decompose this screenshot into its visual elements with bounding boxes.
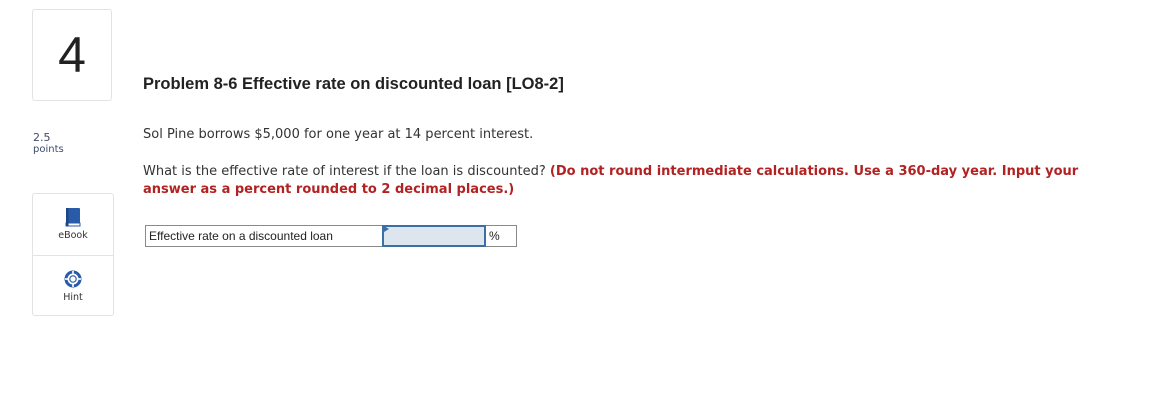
lifebuoy-icon [64,269,82,289]
points-value: 2.5 [33,131,51,144]
problem-statement: Sol Pine borrows $5,000 for one year at … [143,127,534,142]
question-text-block: What is the effective rate of interest i… [143,163,1103,199]
question-number: 4 [58,27,86,83]
ebook-button[interactable]: eBook [33,194,113,256]
percent-unit: % [486,225,517,247]
tools-panel: eBook Hint [32,193,114,316]
effective-rate-input[interactable] [384,229,484,247]
question-text: What is the effective rate of interest i… [143,164,550,179]
hint-button[interactable]: Hint [33,256,113,317]
input-flag-icon [384,226,389,232]
problem-title: Problem 8-6 Effective rate on discounted… [143,75,564,93]
answer-input-wrapper [382,225,486,247]
ebook-label: eBook [58,230,88,241]
points-label: points [33,144,64,155]
question-number-box: 4 [32,9,112,101]
book-icon [64,207,82,227]
question-page: 4 2.5 points eBook Hint Problem 8-6 Effe… [0,0,1166,408]
answer-row: Effective rate on a discounted loan % [145,225,517,247]
points-info: 2.5 points [33,131,64,156]
answer-label: Effective rate on a discounted loan [145,225,382,247]
hint-label: Hint [63,292,83,303]
